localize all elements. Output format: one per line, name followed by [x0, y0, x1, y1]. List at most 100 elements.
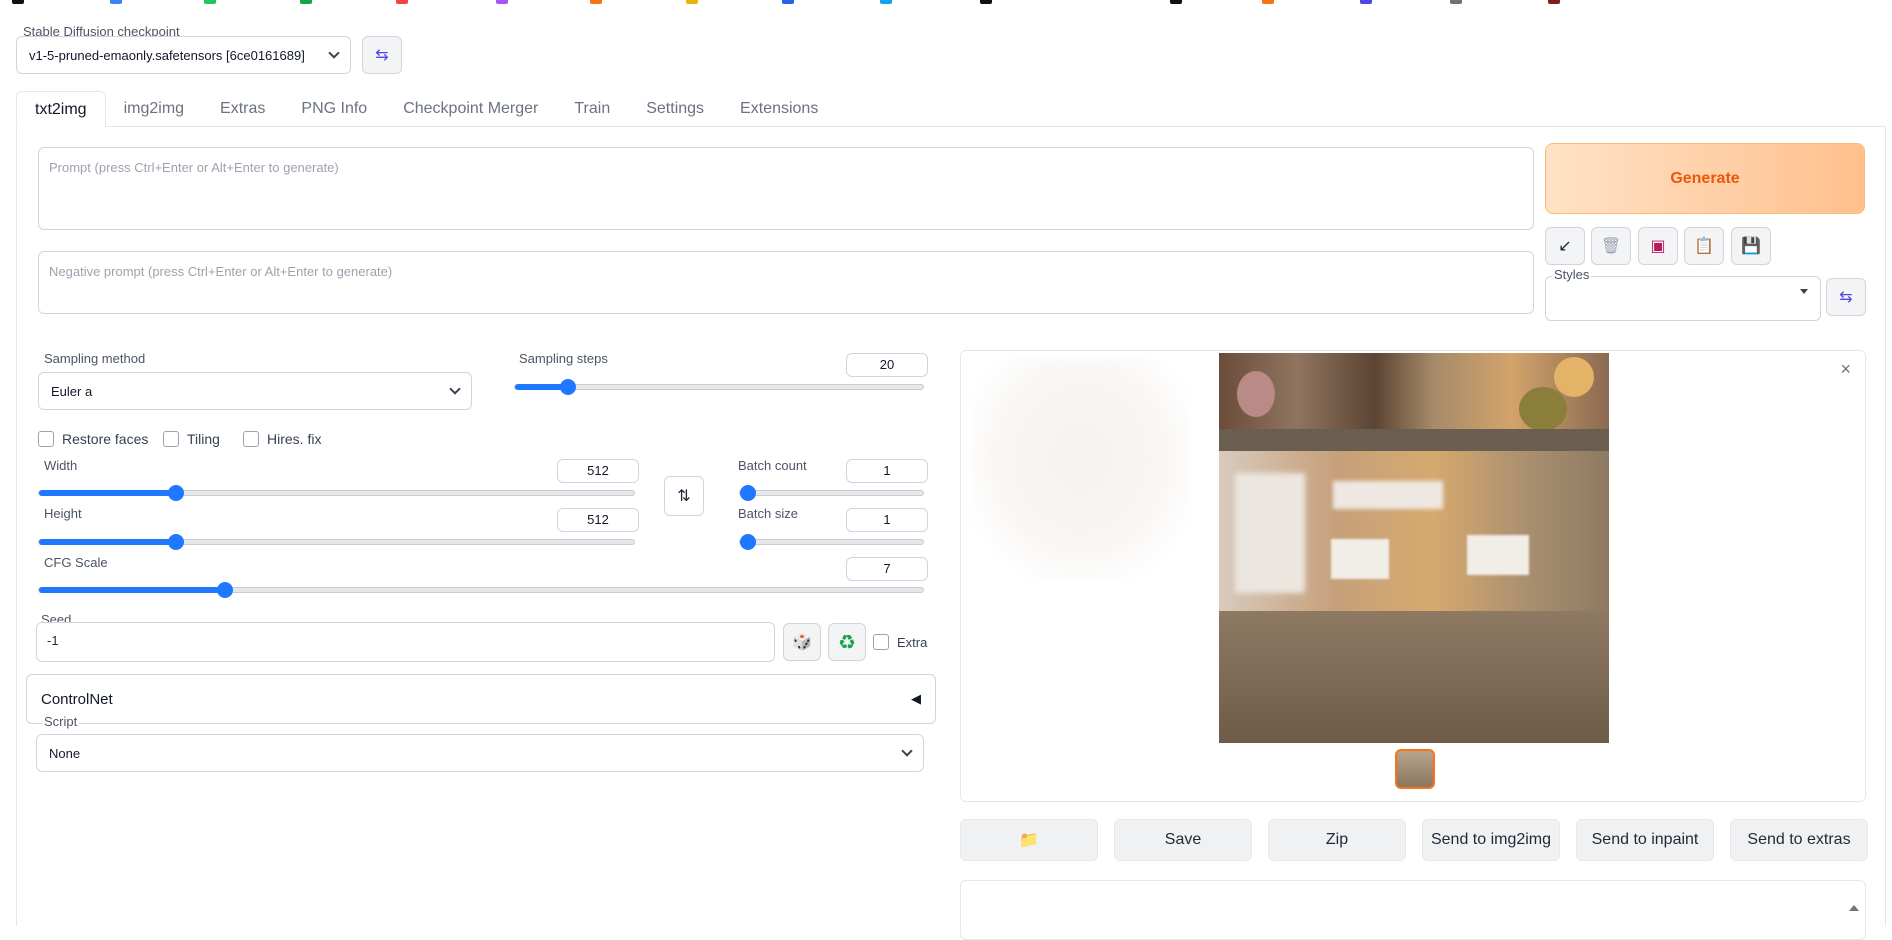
sampling-method-select[interactable]: Euler a [38, 372, 472, 410]
collapse-toggle-icon[interactable]: ◀ [911, 691, 921, 707]
width-input[interactable]: 512 [557, 459, 639, 483]
checkbox-box[interactable] [873, 634, 889, 650]
trash-icon: 🗑 [1600, 238, 1622, 255]
refresh-styles-button[interactable]: ⇆ [1826, 278, 1866, 316]
height-slider[interactable] [38, 534, 635, 550]
sampling-steps-label: Sampling steps [519, 351, 608, 366]
slider-handle[interactable] [168, 534, 184, 550]
tab-train[interactable]: Train [556, 91, 628, 127]
tab-checkpoint-merger[interactable]: Checkpoint Merger [385, 91, 556, 127]
send-to-extras-button[interactable]: Send to extras [1730, 819, 1868, 861]
arrow-icon: ↙ [1558, 238, 1572, 255]
restore-faces-label: Restore faces [62, 431, 149, 447]
styles-label: Styles [1552, 267, 1592, 282]
blurred-preview [971, 359, 1191, 579]
restore-faces-checkbox[interactable]: Restore faces [38, 431, 148, 447]
prompt-placeholder: Prompt (press Ctrl+Enter or Alt+Enter to… [49, 160, 339, 175]
width-label: Width [44, 458, 78, 473]
sampling-method-label: Sampling method [44, 351, 146, 366]
generation-info-box [960, 880, 1866, 940]
tab-extras[interactable]: Extras [202, 91, 283, 127]
batch-size-input[interactable]: 1 [846, 508, 928, 532]
negative-prompt-input[interactable]: Negative prompt (press Ctrl+Enter or Alt… [38, 251, 1534, 314]
hires-fix-checkbox[interactable]: Hires. fix [243, 431, 321, 447]
chevron-down-icon [328, 47, 340, 59]
save-button[interactable]: Save [1114, 819, 1252, 861]
width-slider[interactable] [38, 485, 635, 501]
caret-down-icon [1800, 289, 1808, 294]
batch-size-slider[interactable] [739, 534, 924, 550]
batch-count-input[interactable]: 1 [846, 459, 928, 483]
chevron-down-icon [449, 383, 461, 395]
random-seed-button[interactable]: 🎲 [783, 623, 821, 661]
styles-select[interactable]: Styles [1545, 267, 1821, 321]
script-label: Script [42, 714, 80, 729]
read-params-button[interactable]: ↙ [1545, 227, 1585, 265]
folder-icon: 📁 [1019, 832, 1039, 849]
slider-handle[interactable] [740, 485, 756, 501]
extra-seed-label: Extra [897, 634, 928, 650]
script-select[interactable]: None [36, 734, 924, 772]
slider-handle[interactable] [560, 379, 576, 395]
gallery-thumbnail[interactable] [1395, 749, 1435, 789]
swap-icon: ⇆ [1839, 289, 1853, 306]
cfg-scale-label: CFG Scale [44, 555, 108, 570]
send-to-inpaint-button[interactable]: Send to inpaint [1576, 819, 1714, 861]
swap-vertical-icon: ⇅ [677, 488, 691, 505]
cfg-scale-input[interactable]: 7 [846, 557, 928, 581]
main-tabs: txt2img img2img Extras PNG Info Checkpoi… [16, 91, 836, 127]
slider-fill [39, 587, 225, 593]
swap-dimensions-button[interactable]: ⇅ [664, 476, 704, 516]
sampling-method-value: Euler a [51, 383, 93, 399]
slider-fill [39, 539, 176, 545]
generated-image[interactable] [1219, 353, 1609, 743]
recycle-icon: ♻ [838, 631, 856, 654]
reuse-seed-button[interactable]: ♻ [828, 623, 866, 661]
script-value: None [49, 745, 81, 761]
swap-checkpoint-button[interactable]: ⇆ [362, 36, 402, 74]
tab-txt2img[interactable]: txt2img [16, 91, 106, 127]
save-style-button[interactable]: 💾 [1731, 227, 1771, 265]
close-icon[interactable]: × [1840, 359, 1851, 380]
open-folder-button[interactable]: 📁 [960, 819, 1098, 861]
tab-extensions[interactable]: Extensions [722, 91, 836, 127]
checkbox-box[interactable] [163, 431, 179, 447]
slider-fill [39, 490, 176, 496]
tiling-checkbox[interactable]: Tiling [163, 431, 220, 447]
send-to-img2img-button[interactable]: Send to img2img [1422, 819, 1560, 861]
extra-networks-button[interactable]: ▣ [1638, 227, 1678, 265]
prompt-input[interactable]: Prompt (press Ctrl+Enter or Alt+Enter to… [38, 147, 1534, 230]
generate-button[interactable]: Generate [1545, 143, 1865, 214]
cfg-scale-slider[interactable] [38, 582, 924, 598]
clear-prompt-button[interactable]: 🗑 [1591, 227, 1631, 265]
bookmark-strip [0, 0, 1892, 6]
height-label: Height [44, 506, 82, 521]
batch-size-label: Batch size [738, 506, 798, 521]
slider-handle[interactable] [217, 582, 233, 598]
floppy-icon: 💾 [1741, 238, 1761, 255]
height-input[interactable]: 512 [557, 508, 639, 532]
slider-handle[interactable] [168, 485, 184, 501]
negative-prompt-placeholder: Negative prompt (press Ctrl+Enter or Alt… [49, 264, 393, 279]
hires-fix-label: Hires. fix [267, 431, 322, 447]
checkbox-box[interactable] [38, 431, 54, 447]
batch-count-slider[interactable] [739, 485, 924, 501]
tab-png-info[interactable]: PNG Info [283, 91, 385, 127]
sampling-steps-slider[interactable] [514, 379, 924, 395]
apply-style-button[interactable]: 📋 [1684, 227, 1724, 265]
sampling-steps-input[interactable]: 20 [846, 353, 928, 377]
tab-settings[interactable]: Settings [628, 91, 722, 127]
slider-handle[interactable] [740, 534, 756, 550]
clipboard-icon: 📋 [1694, 238, 1714, 255]
dice-icon: 🎲 [792, 634, 812, 651]
zip-button[interactable]: Zip [1268, 819, 1406, 861]
tiling-label: Tiling [187, 431, 220, 447]
tab-img2img[interactable]: img2img [106, 91, 202, 127]
checkpoint-select[interactable]: v1-5-pruned-emaonly.safetensors [6ce0161… [16, 36, 351, 74]
extra-seed-checkbox[interactable]: Extra [873, 634, 927, 650]
controlnet-accordion[interactable]: ControlNet ◀ [26, 674, 936, 724]
checkbox-box[interactable] [243, 431, 259, 447]
batch-count-label: Batch count [738, 458, 807, 473]
scroll-up-icon[interactable] [1849, 905, 1859, 911]
seed-input[interactable]: -1 [36, 622, 775, 662]
